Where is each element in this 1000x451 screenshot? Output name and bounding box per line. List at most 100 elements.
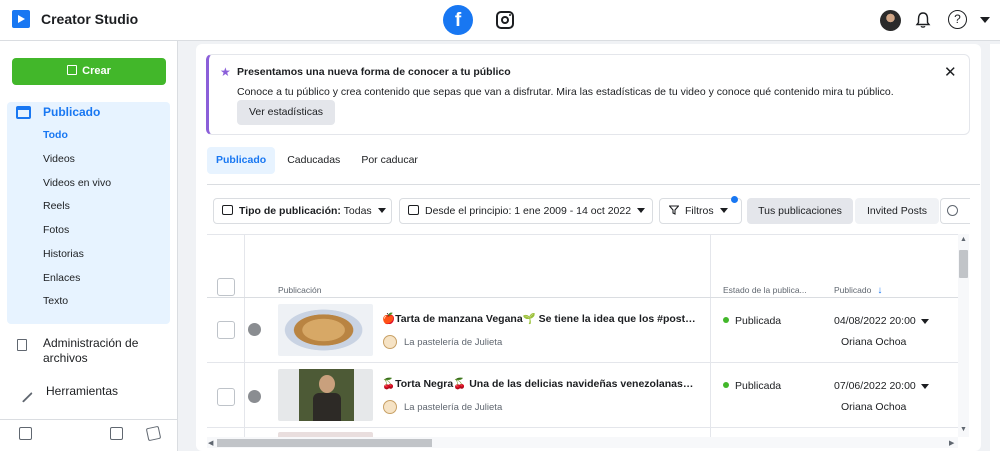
sidebar-subitem-all[interactable]: Todo: [43, 129, 68, 141]
creator-studio-logo-icon: [12, 10, 30, 28]
page-avatar: [383, 335, 397, 349]
post-type-icon: [222, 205, 233, 215]
post-title[interactable]: 🍎Tarta de manzana Vegana🌱 Se tiene la id…: [382, 312, 696, 325]
horizontal-scroll-thumb[interactable]: [217, 439, 432, 447]
instagram-icon[interactable]: [496, 11, 514, 29]
create-button-label: Crear: [82, 65, 111, 77]
filters-label: Filtros: [685, 205, 714, 217]
close-icon[interactable]: ✕: [944, 63, 957, 81]
collapse-sidebar-icon[interactable]: [19, 427, 32, 440]
date-range-value: Desde el principio: 1 ene 2009 - 14 oct …: [425, 205, 632, 217]
tabs-divider: [207, 184, 980, 185]
brand[interactable]: Creator Studio: [12, 10, 138, 28]
status-dot: [723, 317, 729, 323]
chevron-down-icon[interactable]: [921, 319, 929, 324]
post-type-dropdown[interactable]: Tipo de publicación: Todas: [213, 198, 392, 224]
banner-text: Conoce a tu público y crea contenido que…: [237, 86, 894, 98]
banner-title: Presentamos una nueva forma de conocer a…: [237, 66, 511, 78]
published-nav-section: Publicado Todo Videos Videos en vivo Ree…: [7, 102, 170, 324]
create-button[interactable]: Crear: [12, 58, 166, 85]
facebook-icon[interactable]: f: [443, 5, 473, 35]
sidebar-item-label: Publicado: [43, 105, 101, 119]
status-badge: Publicada: [723, 315, 781, 327]
column-header-published[interactable]: Publicado ↓: [834, 285, 882, 296]
sidebar-subitem-links[interactable]: Enlaces: [43, 272, 80, 284]
sidebar-item-published[interactable]: Publicado: [16, 105, 100, 119]
column-header-post[interactable]: Publicación: [278, 285, 321, 295]
post-thumbnail[interactable]: [278, 369, 373, 421]
main-panel: ★ Presentamos una nueva forma de conocer…: [196, 44, 981, 451]
search-icon[interactable]: [947, 205, 958, 216]
publish-date: 07/06/2022 20:00: [834, 380, 916, 392]
page-scrollbar[interactable]: [990, 44, 1000, 451]
status-badge: Publicada: [723, 380, 781, 392]
scroll-right-icon[interactable]: ▶: [949, 439, 954, 447]
sidebar-subitem-photos[interactable]: Fotos: [43, 224, 69, 236]
sidebar-subitem-videos[interactable]: Videos: [43, 153, 75, 165]
chevron-down-icon: [637, 208, 646, 213]
sidebar-divider: [0, 419, 178, 420]
filter-funnel-icon: [668, 205, 680, 215]
post-type-label: Tipo de publicación:: [239, 205, 341, 217]
post-thumbnail[interactable]: [278, 304, 373, 356]
horizontal-scrollbar[interactable]: ◀ ▶: [207, 437, 958, 448]
view-insights-button[interactable]: Ver estadísticas: [237, 100, 335, 125]
chevron-down-icon[interactable]: [921, 384, 929, 389]
top-bar: Creator Studio f ?: [0, 0, 1000, 41]
globe-icon: [248, 390, 261, 403]
sidebar-subitem-reels[interactable]: Reels: [43, 200, 70, 212]
account-menu-chevron-icon[interactable]: [980, 17, 990, 23]
sidebar-subitem-stories[interactable]: Historias: [43, 248, 84, 260]
sidebar: Crear Publicado Todo Videos Videos en vi…: [0, 41, 178, 451]
column-header-label: Publicado: [834, 285, 872, 295]
scroll-down-icon[interactable]: ▼: [960, 426, 967, 433]
status-tabs: Publicado Caducadas Por caducar: [207, 147, 430, 174]
vertical-scrollbar[interactable]: ▲ ▼: [958, 234, 969, 437]
tab-expiring[interactable]: Por caducar: [352, 147, 427, 174]
row-checkbox[interactable]: [217, 321, 235, 339]
sidebar-subitem-text[interactable]: Texto: [43, 295, 68, 307]
sort-down-icon: ↓: [877, 285, 883, 296]
row-checkbox[interactable]: [217, 388, 235, 406]
chevron-down-icon: [719, 208, 728, 213]
table-row[interactable]: 🍎Tarta de manzana Vegana🌱 Se tiene la id…: [207, 298, 958, 363]
wrench-icon: [14, 384, 33, 403]
chevron-down-icon: [377, 208, 386, 213]
sidebar-item-tools[interactable]: Herramientas: [14, 384, 119, 403]
filters-dropdown[interactable]: Filtros: [659, 196, 742, 224]
vertical-scroll-thumb[interactable]: [959, 250, 968, 278]
app-title: Creator Studio: [41, 11, 139, 27]
your-posts-button[interactable]: Tus publicaciones: [747, 198, 853, 224]
status-text: Publicada: [735, 380, 782, 392]
sidebar-item-file-management[interactable]: Administración de archivos: [17, 336, 153, 366]
table-row[interactable]: 🍒Torta Negra🍒 Una de las delicias navide…: [207, 363, 958, 428]
sidebar-subitem-live-videos[interactable]: Videos en vivo: [43, 177, 111, 189]
help-icon[interactable]: ?: [948, 10, 967, 29]
feedback-icon[interactable]: [145, 425, 162, 442]
select-all-checkbox[interactable]: [217, 278, 235, 296]
calendar-icon: [408, 205, 419, 215]
content-library-icon: [16, 105, 31, 119]
bell-icon[interactable]: [914, 11, 932, 29]
status-text: Publicada: [735, 315, 782, 327]
user-avatar[interactable]: [880, 10, 901, 31]
post-type-value: Todas: [343, 205, 372, 217]
star-icon: ★: [220, 65, 231, 79]
calendar-grid-icon[interactable]: [110, 427, 123, 440]
scroll-up-icon[interactable]: ▲: [960, 236, 967, 243]
thumbnail-person: [319, 375, 335, 393]
page-avatar: [383, 400, 397, 414]
status-dot: [723, 382, 729, 388]
column-header-status[interactable]: Estado de la publica...: [723, 285, 807, 295]
scroll-left-icon[interactable]: ◀: [208, 439, 213, 447]
file-manager-icon: [17, 339, 27, 351]
post-title[interactable]: 🍒Torta Negra🍒 Una de las delicias navide…: [382, 377, 696, 390]
tab-published[interactable]: Publicado: [207, 147, 276, 174]
sidebar-item-label: Herramientas: [46, 384, 119, 398]
filter-notification-dot: [731, 196, 738, 203]
sidebar-item-label: Administración de archivos: [43, 336, 139, 365]
edit-icon: [67, 65, 78, 75]
invited-posts-button[interactable]: Invited Posts: [855, 198, 939, 224]
tab-expired[interactable]: Caducadas: [278, 147, 349, 174]
date-range-dropdown[interactable]: Desde el principio: 1 ene 2009 - 14 oct …: [399, 198, 653, 224]
